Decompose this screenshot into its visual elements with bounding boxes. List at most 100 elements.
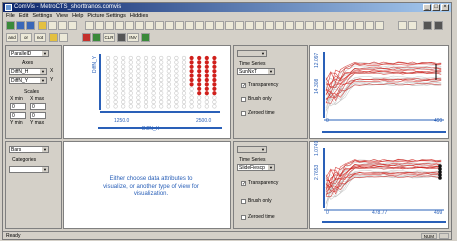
scatter-point [128,55,133,61]
clear-brush-icon[interactable] [59,33,68,42]
view-histogram-icon[interactable] [95,21,104,30]
ts-bottom-zeroed-time-checkbox[interactable]: Zeroed time [241,214,275,220]
view-box-icon[interactable] [345,21,354,30]
ts-bottom-transparency-checkbox[interactable]: ✓ Transparency [241,180,278,186]
not-button[interactable]: not [34,33,46,42]
xmin-field[interactable]: 0 [10,103,26,110]
view-glyph-icon[interactable] [295,21,304,30]
view-table-icon[interactable] [135,21,144,30]
save-icon[interactable] [26,21,35,30]
view-line-icon[interactable] [225,21,234,30]
view-graph-icon[interactable] [275,21,284,30]
or-button[interactable]: or [20,33,32,42]
scatter-point [113,69,118,74]
scatter-point [159,64,164,69]
menu-settings[interactable]: Settings [32,12,52,20]
new-icon[interactable] [6,21,15,30]
scatter-plot-svg[interactable] [64,46,230,138]
view-volume-icon[interactable] [265,21,274,30]
view-flow-icon[interactable] [305,21,314,30]
view-curves-icon[interactable] [165,21,174,30]
maximize-button[interactable]: □ [432,4,440,11]
menu-view[interactable]: View [56,12,68,20]
bars-view-type-select[interactable]: Bars ▼ [9,146,49,153]
scatter-point [174,99,179,105]
xmax-field[interactable]: 0 [30,103,46,110]
y-axis-button[interactable]: Y [50,77,53,83]
view-lineart-icon[interactable] [375,21,384,30]
menu-picture-settings[interactable]: Picture Settings [87,12,126,20]
view-scatter-icon[interactable] [105,21,114,30]
ymin-field[interactable]: 0 [10,112,26,119]
scatter-plot-view[interactable]: DiffN_Y 1250.0 DiffN_H 2500.0 [63,45,231,139]
copy-icon[interactable] [58,21,67,30]
view-cluster-icon[interactable] [235,21,244,30]
minimize-button[interactable]: _ [423,4,431,11]
ts-top-transparency-checkbox[interactable]: ✓ Transparency [241,82,278,88]
scatter-point [174,64,179,69]
folder-icon[interactable] [38,21,47,30]
view-pie-icon[interactable] [205,21,214,30]
menu-help[interactable]: Help [72,12,83,20]
view-star-icon[interactable] [315,21,324,30]
view-timeseries-icon[interactable] [125,21,134,30]
green-brush-icon[interactable] [92,33,101,42]
ts-bottom-view-select[interactable]: ▼ [237,146,267,153]
view-radar-icon[interactable] [325,21,334,30]
and-button[interactable]: and [6,33,18,42]
view-tree-icon[interactable] [285,21,294,30]
ts-top-plot-view[interactable]: 14.308 12.097 0 499 [309,45,449,139]
ts-top-control-panel: ▼ Time Series SunNxT ▼ ✓ Transparency Brus… [233,45,308,139]
view-density-icon[interactable] [255,21,264,30]
layout-a-icon[interactable] [398,21,407,30]
apply-icon[interactable] [141,33,150,42]
ts-bottom-brush-only-checkbox[interactable]: Brush only [241,198,272,204]
ts-top-zeroed-time-checkbox[interactable]: Zeroed time [241,110,275,116]
menu-file[interactable]: File [6,12,15,20]
layout-b-icon[interactable] [408,21,417,30]
view-area-icon[interactable] [355,21,364,30]
ts-bottom-series-select[interactable]: SlideFiescp ▼ [237,164,275,171]
status-text: Ready [6,233,21,239]
ts-top-brush-only-checkbox[interactable]: Brush only [241,96,272,102]
view-parallel-icon[interactable] [115,21,124,30]
menu-edit[interactable]: Edit [19,12,28,20]
ts-top-plot-svg[interactable] [310,46,448,138]
view-type-select[interactable]: ParallelD ▼ [9,50,49,57]
ts-top-series-select[interactable]: SunNxT ▼ [237,68,275,75]
red-brush-icon[interactable] [82,33,91,42]
view-parallel-sets-icon[interactable] [335,21,344,30]
ts-bottom-plot-view[interactable]: 2.7653 1.0749 0 478.77 499 [309,141,449,229]
view-matrix-icon[interactable] [195,21,204,30]
view-bars-icon[interactable] [155,21,164,30]
open-icon[interactable] [16,21,25,30]
close-button[interactable]: × [441,4,449,11]
view-step-icon[interactable] [365,21,374,30]
empty-view[interactable]: Either choose data attributes to visuali… [63,141,231,229]
cascade-icon[interactable] [434,21,443,30]
paste-icon[interactable] [68,21,77,30]
menu-hiddies[interactable]: Hiddies [130,12,148,20]
y-attribute-select[interactable]: DiffN_Y ▼ [9,77,47,84]
inv-button[interactable]: INV [127,33,139,42]
scatter-point [136,77,141,83]
x-attribute-select[interactable]: DiffN_H ▼ [9,68,47,75]
scatter-point [143,77,149,83]
clr-button[interactable]: CLR [103,33,115,42]
ts-top-view-select[interactable]: ▼ [237,50,267,57]
brush-icon[interactable] [49,33,58,42]
view-3d-icon[interactable] [145,21,154,30]
cut-icon[interactable] [48,21,57,30]
view-map-icon[interactable] [175,21,184,30]
x-axis-button[interactable]: X [50,68,53,74]
categories-select[interactable]: ▼ [9,166,49,173]
view-heatmap-icon[interactable] [245,21,254,30]
reset-icon[interactable] [117,33,126,42]
scatter-point [212,69,217,74]
view-surface-icon[interactable] [185,21,194,30]
view-image-icon[interactable] [215,21,224,30]
ymax-field[interactable]: 0 [30,112,46,119]
tile-icon[interactable] [423,21,432,30]
scatter-point [159,73,164,78]
view-grid-icon[interactable] [85,21,94,30]
